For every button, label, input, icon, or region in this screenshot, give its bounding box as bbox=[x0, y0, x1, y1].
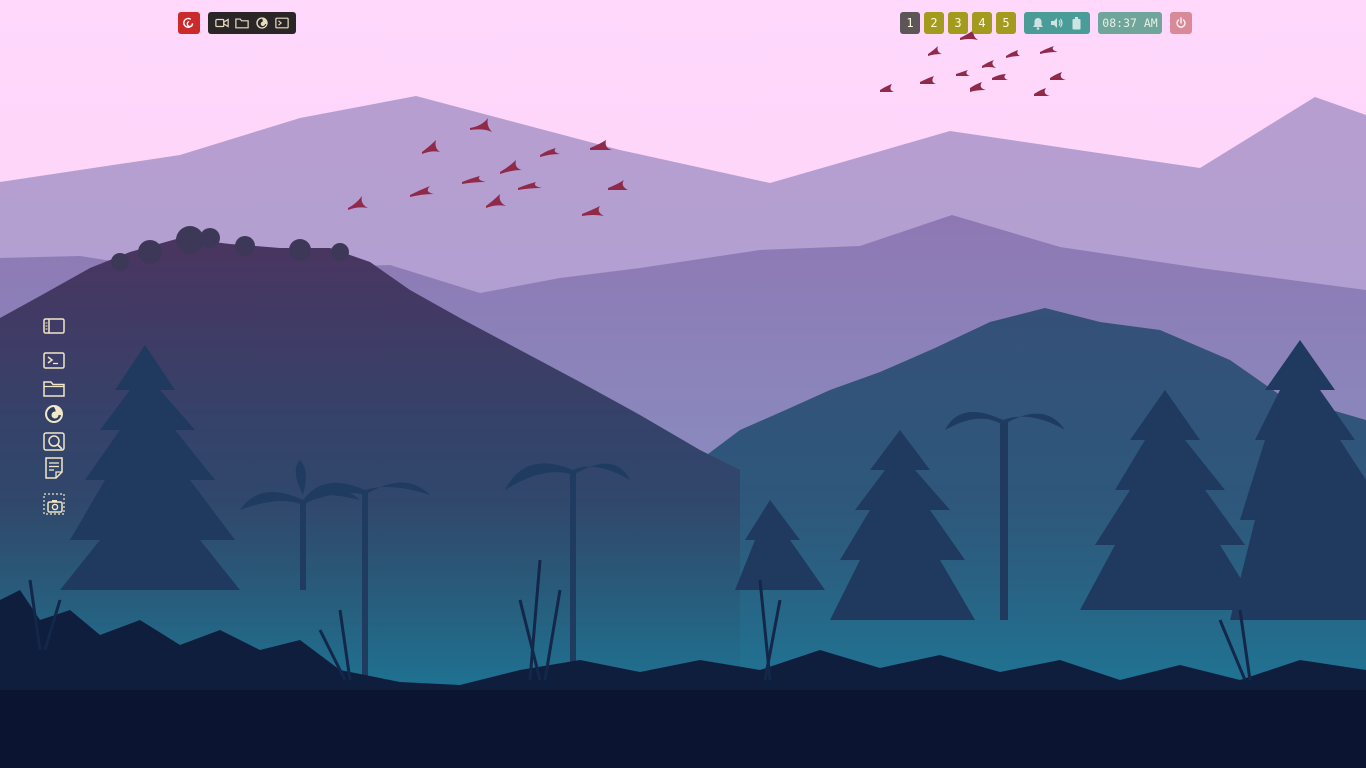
firefox-icon[interactable] bbox=[254, 15, 270, 31]
terminal-icon[interactable] bbox=[274, 15, 290, 31]
bell-icon[interactable] bbox=[1031, 16, 1045, 30]
quick-launcher bbox=[208, 12, 296, 34]
folder-icon bbox=[43, 380, 65, 397]
power-icon bbox=[1176, 17, 1186, 28]
debian-swirl-icon bbox=[183, 17, 194, 28]
desktop-wallpaper bbox=[0, 0, 1366, 768]
dock-terminal[interactable] bbox=[42, 349, 66, 371]
workspace-1-button[interactable]: 1 bbox=[900, 12, 920, 34]
dock-firefox[interactable] bbox=[42, 403, 66, 425]
screenshot-icon bbox=[43, 493, 65, 515]
workspace-4-button[interactable]: 4 bbox=[972, 12, 992, 34]
applications-menu-button[interactable] bbox=[178, 12, 200, 34]
battery-icon[interactable] bbox=[1069, 16, 1083, 30]
dock-search[interactable] bbox=[42, 431, 66, 453]
power-button[interactable] bbox=[1170, 12, 1192, 34]
workspace-2-button[interactable]: 2 bbox=[924, 12, 944, 34]
dock-screenshot[interactable] bbox=[42, 493, 66, 515]
terminal-icon bbox=[43, 351, 65, 369]
firefox-icon bbox=[45, 405, 63, 423]
workspace-5-button[interactable]: 5 bbox=[996, 12, 1016, 34]
clock[interactable]: 08:37 AM bbox=[1098, 12, 1162, 34]
notes-icon bbox=[45, 457, 63, 479]
search-window-icon bbox=[43, 432, 65, 451]
dock-sidebar-panel[interactable] bbox=[42, 315, 66, 337]
workspace-3-button[interactable]: 3 bbox=[948, 12, 968, 34]
dock-notes[interactable] bbox=[42, 457, 66, 479]
dock-files[interactable] bbox=[42, 377, 66, 399]
system-tray bbox=[1024, 12, 1090, 34]
video-camera-icon[interactable] bbox=[214, 15, 230, 31]
volume-icon[interactable] bbox=[1050, 16, 1064, 30]
folder-icon[interactable] bbox=[234, 15, 250, 31]
sidebar-panel-icon bbox=[43, 318, 65, 334]
